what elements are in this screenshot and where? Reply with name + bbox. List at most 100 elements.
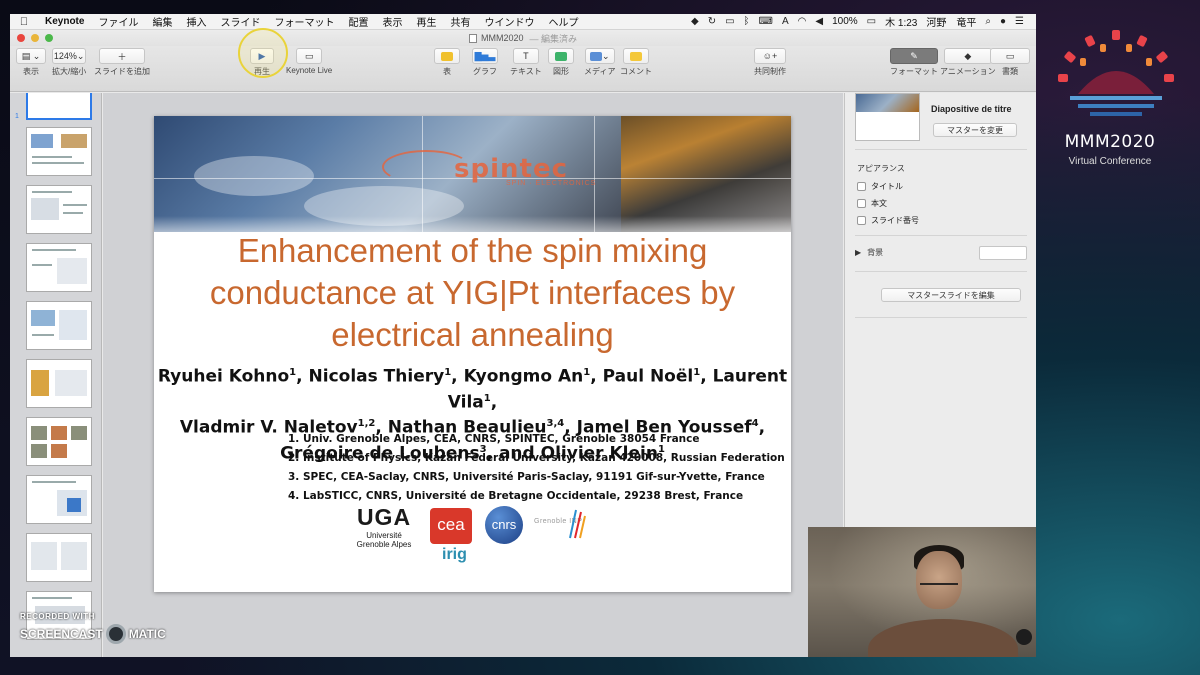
affiliation-item: 2. Institute of Physics, Kazan Federal U…: [288, 452, 785, 464]
media-tool[interactable]: ⌄ メディア: [584, 48, 615, 77]
spintec-logo-sub: SPIN · ELECTRONICS: [506, 180, 597, 187]
window-controls: [17, 34, 53, 42]
change-master-button[interactable]: マスターを変更: [933, 123, 1017, 137]
selected-slide-number: 1: [15, 113, 19, 120]
author-line: Ryuhei Kohno1, Nicolas Thiery1, Kyongmo …: [154, 362, 791, 413]
wifi-icon[interactable]: ◠: [798, 16, 807, 27]
zoom-select[interactable]: 124% ⌄: [52, 48, 87, 64]
menu-slide[interactable]: スライド: [213, 14, 267, 29]
view-tool[interactable]: ▤ ⌄ 表示: [16, 48, 46, 77]
shape-button[interactable]: [548, 48, 574, 64]
master-thumbnail[interactable]: [855, 93, 920, 141]
comment-button[interactable]: [623, 48, 649, 64]
slide-thumbnail-4[interactable]: [26, 243, 92, 292]
clock[interactable]: 木 1:23: [885, 14, 917, 29]
table-label: 表: [443, 67, 451, 76]
table-button[interactable]: [434, 48, 460, 64]
keynote-live-tool[interactable]: ▭ Keynote Live: [286, 48, 332, 75]
affiliation-list[interactable]: 1. Univ. Grenoble Alpes, CEA, CNRS, SPIN…: [288, 430, 785, 506]
battery-icon[interactable]: ▭: [867, 16, 876, 27]
menu-edit[interactable]: 編集: [145, 14, 179, 29]
document-icon: [468, 33, 477, 43]
zoom-window-button[interactable]: [45, 34, 53, 42]
menu-play[interactable]: 再生: [409, 14, 443, 29]
background-color-well[interactable]: [979, 246, 1027, 260]
slide-thumbnail-5[interactable]: [26, 301, 92, 350]
chart-button[interactable]: ▇▅▃: [472, 48, 498, 64]
edit-master-slide-button[interactable]: マスタースライドを編集: [881, 288, 1021, 302]
animate-button[interactable]: ◆: [943, 48, 992, 64]
uga-logo: UGA Université Grenoble Alpes: [352, 504, 416, 549]
animate-tool[interactable]: ◆ アニメーション: [940, 48, 996, 77]
shape-tool[interactable]: 図形: [548, 48, 574, 77]
menu-arrange[interactable]: 配置: [341, 14, 375, 29]
toolbar: ▤ ⌄ 表示 124% ⌄ 拡大/縮小 ＋ スライドを追加 ▶ 再生 ▭ Keyn…: [10, 46, 1036, 92]
apple-icon[interactable]: : [10, 16, 38, 28]
collaborate-button[interactable]: ☺+: [754, 48, 786, 64]
slide-navigator[interactable]: 1: [10, 93, 102, 657]
menu-file[interactable]: ファイル: [91, 14, 145, 29]
volume-icon[interactable]: ◀: [815, 16, 823, 27]
document-tool[interactable]: ▭ 書類: [990, 48, 1030, 77]
menu-format[interactable]: フォーマット: [267, 14, 341, 29]
document-label: 書類: [1002, 67, 1018, 76]
thumbnail-line: [63, 204, 87, 206]
thumbnail-figure: [57, 258, 87, 284]
presenter-head: [916, 551, 962, 609]
view-button[interactable]: ▤ ⌄: [16, 48, 46, 64]
keynote-live-button[interactable]: ▭: [296, 48, 323, 64]
status-area: ◆ ↻ ▭ ᛒ ⌨ A ◠ ◀ 100% ▭ 木 1:23 河野 竜平 ⌕ ● …: [691, 14, 1036, 29]
slide-title[interactable]: Enhancement of the spin mixing conductan…: [154, 230, 791, 356]
irig-logo: irig: [442, 546, 467, 563]
menu-help[interactable]: ヘルプ: [541, 14, 585, 29]
add-slide-button[interactable]: ＋: [99, 48, 145, 64]
slide-thumbnail-1[interactable]: [26, 93, 92, 120]
slide[interactable]: spintec SPIN · ELECTRONICS Enhancement o…: [154, 116, 791, 592]
minimize-window-button[interactable]: [31, 34, 39, 42]
menu-view[interactable]: 表示: [375, 14, 409, 29]
checkbox-box[interactable]: [857, 182, 866, 191]
close-window-button[interactable]: [17, 34, 25, 42]
thumbnail-figure: [71, 426, 87, 440]
menu-share[interactable]: 共有: [443, 14, 477, 29]
slide-thumbnail-3[interactable]: [26, 185, 92, 234]
checkbox-box[interactable]: [857, 199, 866, 208]
format-button[interactable]: ✎: [890, 48, 938, 64]
add-slide-tool[interactable]: ＋ スライドを追加: [94, 48, 150, 77]
menu-insert[interactable]: 挿入: [179, 14, 213, 29]
slide-thumbnail-2[interactable]: [26, 127, 92, 176]
title-checkbox[interactable]: タイトル: [857, 181, 903, 192]
keyboard-icon[interactable]: ⌨: [759, 16, 773, 27]
screencast-watermark: RECORDED WITH SCREENCAST MATIC: [20, 612, 220, 652]
zoom-tool[interactable]: 124% ⌄ 拡大/縮小: [52, 48, 86, 77]
text-icon: T: [523, 51, 529, 61]
menu-window[interactable]: ウインドウ: [477, 14, 541, 29]
slide-thumbnail-6[interactable]: [26, 359, 92, 408]
body-checkbox[interactable]: 本文: [857, 198, 887, 209]
user-name[interactable]: 河野 竜平: [926, 14, 976, 29]
document-button[interactable]: ▭: [990, 48, 1030, 64]
collaborate-tool[interactable]: ☺+ 共同制作: [754, 48, 786, 77]
background-disclosure[interactable]: ▶ 背景: [855, 247, 883, 258]
airplay-icon[interactable]: ▭: [725, 16, 734, 27]
menu-app-name[interactable]: Keynote: [38, 16, 91, 27]
format-tool[interactable]: ✎ フォーマット: [890, 48, 938, 77]
chart-tool[interactable]: ▇▅▃ グラフ: [472, 48, 498, 77]
bluetooth-icon[interactable]: ᛒ: [744, 16, 750, 27]
text-tool[interactable]: T テキスト: [510, 48, 542, 77]
checkbox-box[interactable]: [857, 216, 866, 225]
spotlight-icon[interactable]: ⌕: [985, 16, 991, 27]
slide-thumbnail-7[interactable]: [26, 417, 92, 466]
slide-number-checkbox[interactable]: スライド番号: [857, 215, 919, 226]
dropbox-icon[interactable]: ◆: [691, 16, 699, 27]
comment-tool[interactable]: コメント: [620, 48, 652, 77]
slide-thumbnail-9[interactable]: [26, 533, 92, 582]
sync-icon[interactable]: ↻: [708, 16, 716, 27]
slide-thumbnail-8[interactable]: [26, 475, 92, 524]
table-tool[interactable]: 表: [434, 48, 460, 77]
siri-icon[interactable]: ●: [1000, 16, 1006, 27]
media-button[interactable]: ⌄: [584, 48, 615, 64]
text-button[interactable]: T: [512, 48, 539, 64]
input-source-icon[interactable]: A: [782, 16, 789, 27]
notification-center-icon[interactable]: ☰: [1015, 16, 1024, 27]
